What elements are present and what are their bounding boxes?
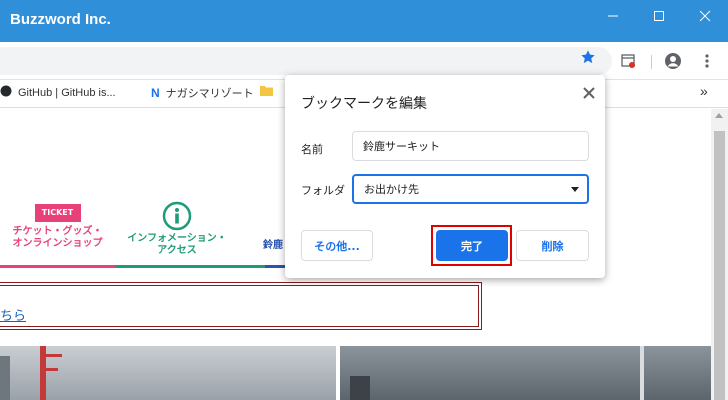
folder-select-value: お出かけ先 xyxy=(364,183,419,196)
nav-label-line2: オンラインショップ xyxy=(12,238,103,249)
dialog-title: ブックマークを編集 xyxy=(301,96,427,112)
nav-underline xyxy=(0,265,115,268)
nav-underline xyxy=(265,265,285,268)
notice-box: ちら xyxy=(0,282,482,330)
menu-kebab-icon[interactable] xyxy=(695,49,719,73)
nav-information[interactable]: インフォメーション・ アクセス xyxy=(122,201,232,257)
extension-icon[interactable] xyxy=(616,49,640,73)
bookmark-label: ナガシマリゾート xyxy=(165,88,254,100)
profile-avatar-icon[interactable] xyxy=(661,49,685,73)
n-logo-icon: N xyxy=(151,86,160,100)
window-titlebar: Buzzword Inc. xyxy=(0,0,728,42)
nav-underline xyxy=(115,265,265,268)
github-icon xyxy=(0,85,12,100)
bookmarks-overflow-button[interactable]: » xyxy=(700,83,708,99)
bookmark-github[interactable]: GitHub | GitHub is... xyxy=(0,85,116,100)
name-label: 名前 xyxy=(301,143,323,156)
page-scrollbar[interactable] xyxy=(711,109,728,400)
folder-icon xyxy=(260,85,273,99)
nav-ticket[interactable]: TICKET チケット・グッズ・ オンラインショップ xyxy=(10,204,105,250)
folder-select[interactable]: お出かけ先 xyxy=(352,174,589,204)
more-button[interactable]: その他... xyxy=(301,230,373,261)
chevron-down-icon xyxy=(571,187,579,192)
bookmark-name-input[interactable]: 鈴鹿サーキット xyxy=(352,131,589,161)
window-title: Buzzword Inc. xyxy=(10,11,111,28)
bookmark-label: GitHub | GitHub is... xyxy=(18,86,116,99)
bookmark-folder[interactable] xyxy=(260,85,279,99)
toolbar-separator xyxy=(651,55,652,69)
scroll-up-icon[interactable] xyxy=(715,113,723,118)
nav-label-line1: チケット・グッズ・ xyxy=(12,226,103,237)
maximize-icon[interactable] xyxy=(636,0,682,32)
close-icon[interactable] xyxy=(578,82,600,104)
delete-button[interactable]: 削除 xyxy=(516,230,589,261)
notice-link[interactable]: ちら xyxy=(0,305,26,324)
bookmark-name-value: 鈴鹿サーキット xyxy=(363,140,440,153)
bookmark-nagashima[interactable]: N ナガシマリゾート xyxy=(151,85,254,101)
close-window-icon[interactable] xyxy=(682,0,728,32)
info-icon xyxy=(162,201,192,231)
hero-photo-right xyxy=(340,346,711,400)
hero-photo-left xyxy=(0,346,336,400)
nav-label-line1: インフォメーション・ xyxy=(127,233,227,244)
nav-label-line2: アクセス xyxy=(157,245,197,256)
edit-bookmark-dialog: ブックマークを編集 名前 鈴鹿サーキット フォルダ お出かけ先 その他... 完… xyxy=(285,75,605,278)
folder-label: フォルダ xyxy=(301,184,345,197)
notice-inner-border xyxy=(0,285,479,327)
address-bar[interactable] xyxy=(0,47,612,75)
ticket-icon: TICKET xyxy=(34,204,81,222)
bookmark-star-icon[interactable] xyxy=(576,45,600,69)
scrollbar-thumb[interactable] xyxy=(714,131,725,400)
minimize-icon[interactable] xyxy=(590,0,636,32)
done-button-highlight xyxy=(431,225,512,266)
